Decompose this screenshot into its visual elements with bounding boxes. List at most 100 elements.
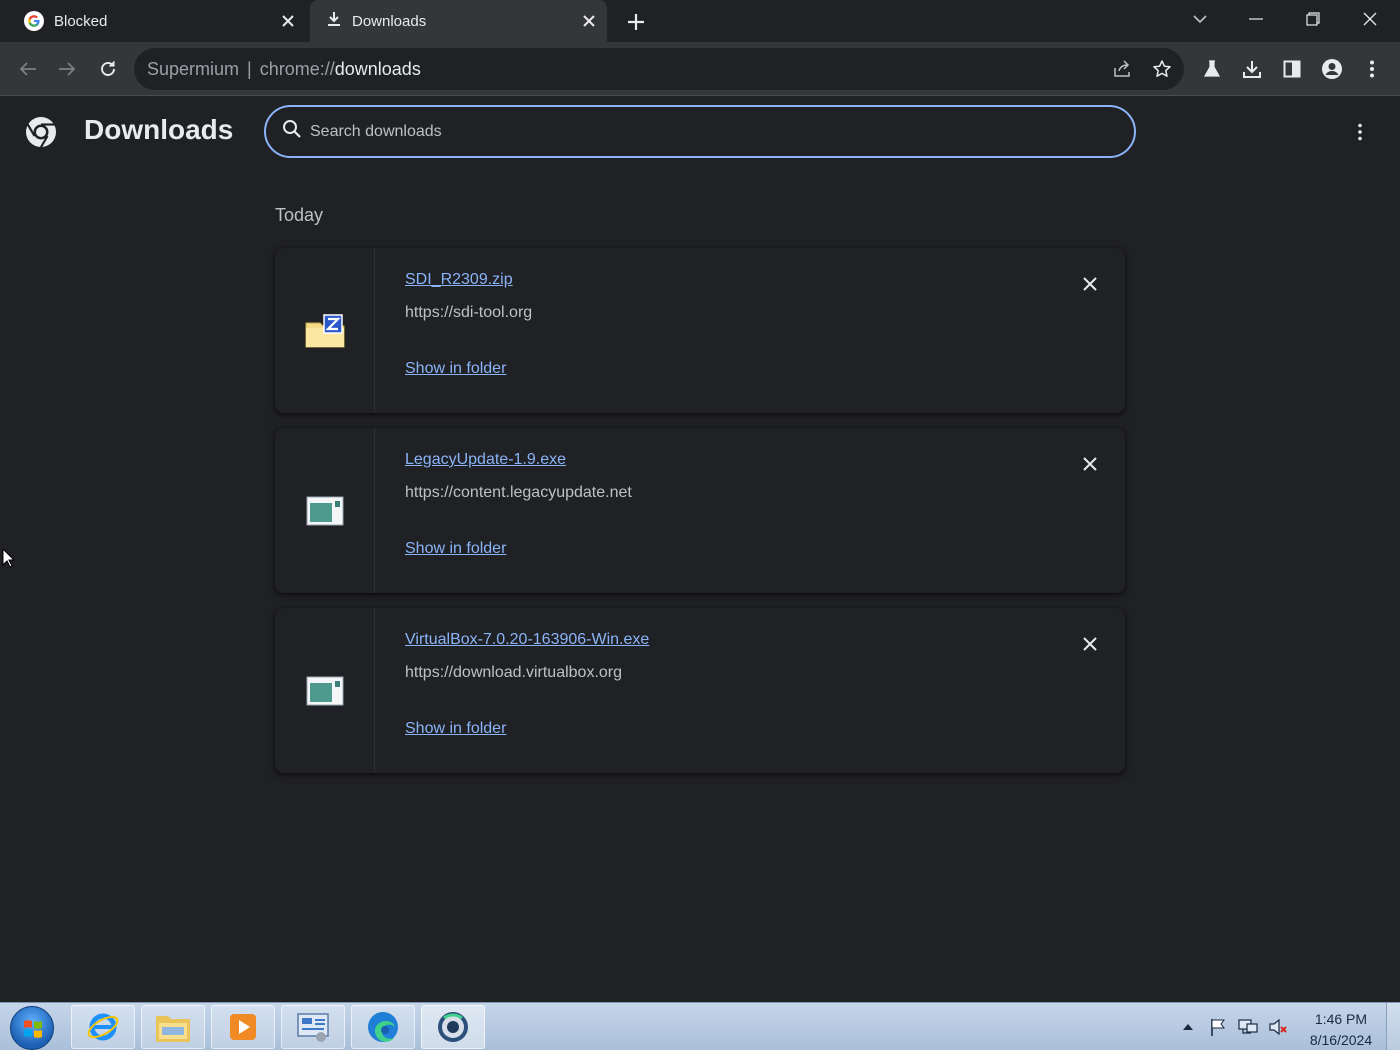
google-g-icon <box>24 11 44 31</box>
chevron-down-icon <box>1193 15 1207 24</box>
source-url: https://sdi-tool.org <box>405 304 533 321</box>
file-icon-area <box>275 608 375 773</box>
file-name-link[interactable]: VirtualBox-7.0.20-163906-Win.exe <box>405 631 649 649</box>
media-player-icon <box>230 1014 256 1040</box>
minimize-icon <box>1249 18 1263 20</box>
new-tab-button[interactable] <box>622 8 650 36</box>
show-in-folder-link[interactable]: Show in folder <box>405 720 506 738</box>
close-icon <box>1083 637 1097 651</box>
file-explorer-button[interactable] <box>141 1005 205 1049</box>
more-vert-icon <box>1358 123 1362 141</box>
more-actions-button[interactable] <box>1348 118 1372 146</box>
restore-button[interactable] <box>1285 0 1341 38</box>
omnibox-separator: | <box>247 58 252 79</box>
search-icon <box>282 119 302 144</box>
supermium-button[interactable] <box>421 1005 485 1049</box>
clock-time: 1:46 PM <box>1314 1011 1368 1027</box>
close-icon <box>1363 12 1377 26</box>
share-icon[interactable] <box>1110 57 1134 81</box>
tab-search-button[interactable] <box>1172 0 1228 38</box>
remove-button[interactable] <box>1078 272 1102 296</box>
menu-button[interactable] <box>1356 53 1388 85</box>
show-hidden-icons-button[interactable] <box>1178 1017 1198 1037</box>
reload-button[interactable] <box>92 53 124 85</box>
tab-title: Blocked <box>54 12 108 30</box>
chrome-logo-icon <box>24 115 58 149</box>
file-icon-area <box>275 428 375 593</box>
internet-explorer-icon <box>87 1013 119 1041</box>
close-icon <box>1083 457 1097 471</box>
start-button[interactable] <box>10 1006 54 1050</box>
download-item: LegacyUpdate-1.9.exe https://content.leg… <box>275 428 1125 593</box>
labs-button[interactable] <box>1196 53 1228 85</box>
tab-downloads[interactable]: Downloads <box>310 0 607 42</box>
search-box[interactable] <box>264 105 1136 158</box>
windows-logo-icon <box>24 1020 42 1038</box>
arrow-right-icon <box>59 62 76 76</box>
file-icon-area <box>275 248 375 413</box>
show-in-folder-link[interactable]: Show in folder <box>405 540 506 558</box>
action-center-button[interactable] <box>1208 1017 1228 1037</box>
network-button[interactable] <box>1238 1017 1258 1037</box>
file-name-link[interactable]: LegacyUpdate-1.9.exe <box>405 451 566 469</box>
arrow-left-icon <box>19 62 36 76</box>
download-icon <box>1243 61 1261 78</box>
omnibox-path: downloads <box>334 58 421 79</box>
chevron-up-icon <box>1183 1024 1193 1030</box>
control-panel-button[interactable] <box>281 1005 345 1049</box>
remove-button[interactable] <box>1078 632 1102 656</box>
internet-explorer-button[interactable] <box>71 1005 135 1049</box>
page-title: Downloads <box>84 114 234 145</box>
bookmark-star-icon[interactable] <box>1150 57 1174 81</box>
source-url: https://download.virtualbox.org <box>405 664 623 681</box>
reload-icon <box>101 61 115 76</box>
restore-icon <box>1306 12 1320 26</box>
clock-date: 8/16/2024 <box>1309 1032 1373 1048</box>
avatar-icon <box>1322 59 1342 79</box>
show-in-folder-link[interactable]: Show in folder <box>405 360 506 378</box>
supermium-icon <box>438 1012 468 1042</box>
minimize-button[interactable] <box>1228 0 1284 38</box>
zip-folder-icon[interactable] <box>304 313 346 349</box>
source-url: https://content.legacyupdate.net <box>405 484 632 501</box>
back-button[interactable] <box>12 53 44 85</box>
close-tab-icon[interactable] <box>278 11 298 31</box>
plus-icon <box>628 14 644 30</box>
close-window-button[interactable] <box>1342 0 1398 38</box>
remove-button[interactable] <box>1078 452 1102 476</box>
flask-icon <box>1203 60 1221 77</box>
volume-muted-icon <box>1269 1018 1287 1036</box>
forward-button[interactable] <box>51 53 83 85</box>
flag-icon <box>1211 1019 1225 1036</box>
date-heading: Today <box>275 205 324 225</box>
show-desktop-button[interactable] <box>1386 1003 1400 1050</box>
system-clock[interactable]: 1:46 PM 8/16/2024 <box>1300 1009 1382 1050</box>
tab-strip: Blocked Downloads <box>0 0 1400 42</box>
downloads-button[interactable] <box>1236 53 1268 85</box>
side-panel-button[interactable] <box>1276 53 1308 85</box>
omnibox-scheme: chrome:// <box>259 58 335 79</box>
file-explorer-icon <box>156 1016 190 1042</box>
more-vert-icon <box>1370 60 1374 78</box>
close-icon <box>1083 277 1097 291</box>
edge-button[interactable] <box>351 1005 415 1049</box>
edge-icon <box>368 1012 398 1042</box>
control-panel-icon <box>297 1013 329 1042</box>
close-tab-icon[interactable] <box>579 11 599 31</box>
omnibox-origin-chip: Supermium <box>147 58 240 79</box>
download-item: VirtualBox-7.0.20-163906-Win.exe https:/… <box>275 608 1125 773</box>
download-icon <box>326 11 342 31</box>
volume-button[interactable] <box>1268 1017 1288 1037</box>
download-item: SDI_R2309.zip https://sdi-tool.org Show … <box>275 248 1125 413</box>
toolbar: Supermium | chrome://downloads <box>0 42 1400 96</box>
tab-blocked[interactable]: Blocked <box>0 0 306 42</box>
profile-button[interactable] <box>1316 53 1348 85</box>
address-bar[interactable]: Supermium | chrome://downloads <box>134 48 1184 90</box>
network-icon <box>1238 1019 1258 1034</box>
search-input[interactable] <box>310 122 1090 141</box>
side-panel-icon <box>1283 60 1301 78</box>
file-name-link[interactable]: SDI_R2309.zip <box>405 271 513 289</box>
exe-app-icon[interactable] <box>306 675 344 707</box>
media-player-button[interactable] <box>211 1005 275 1049</box>
exe-app-icon[interactable] <box>306 495 344 527</box>
